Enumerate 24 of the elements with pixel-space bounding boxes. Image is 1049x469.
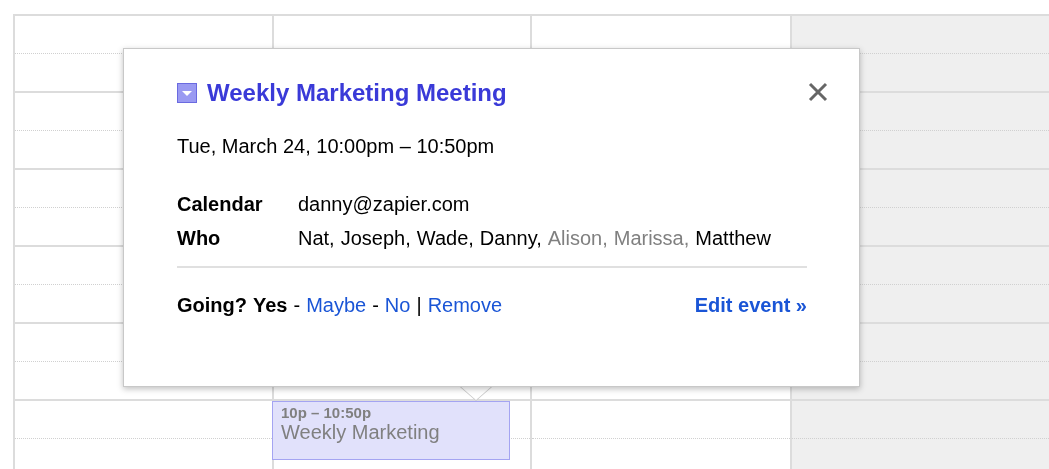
separator: - <box>293 294 301 317</box>
attendee-name: Alison, <box>547 226 608 250</box>
separator: | <box>416 294 422 317</box>
remove-link[interactable]: Remove <box>427 294 503 317</box>
event-title: Weekly Marketing Meeting <box>207 79 507 107</box>
detail-label: Who <box>177 226 222 250</box>
attendee-name: Wade, <box>416 226 474 250</box>
rsvp-label: Going? <box>177 294 247 317</box>
edit-event-link[interactable]: Edit event » <box>694 294 807 317</box>
calendar-color-dropdown-icon[interactable] <box>177 83 197 103</box>
attendee-name: Matthew <box>695 226 771 250</box>
separator: - <box>372 294 379 317</box>
attendee-name: Joseph, <box>340 226 411 250</box>
rsvp-option[interactable]: Maybe <box>306 294 367 317</box>
attendee-name: Danny, <box>479 226 542 250</box>
rsvp-option[interactable]: No <box>384 294 411 317</box>
event-time: 10p – 10:50p <box>281 404 373 421</box>
event-datetime: Tue, March 24, 10:00pm – 10:50pm <box>177 135 496 158</box>
event-title: Weekly Marketing <box>281 421 441 443</box>
detail-value: danny@zapier.com <box>298 192 471 216</box>
rsvp-option[interactable]: Yes <box>253 294 288 317</box>
attendee-name: Nat, <box>298 226 335 250</box>
attendee-name: Marissa, <box>613 226 690 250</box>
detail-label: Calendar <box>177 192 264 216</box>
